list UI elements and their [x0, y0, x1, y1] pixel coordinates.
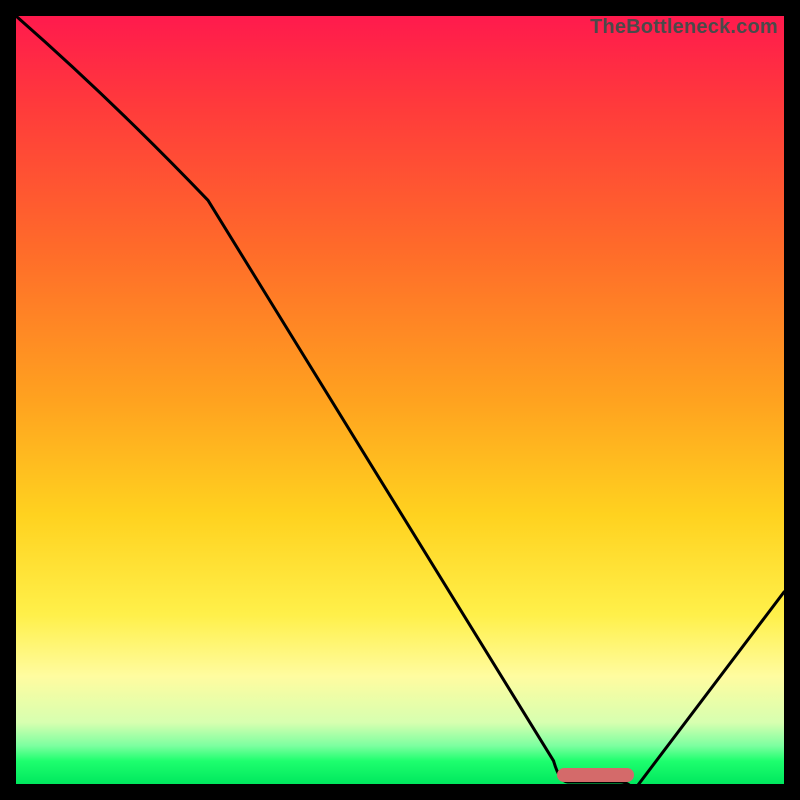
plot-area: TheBottleneck.com: [16, 16, 784, 784]
optimal-range-marker: [557, 768, 634, 782]
chart-frame: TheBottleneck.com: [0, 0, 800, 800]
bottleneck-curve: [16, 16, 784, 784]
